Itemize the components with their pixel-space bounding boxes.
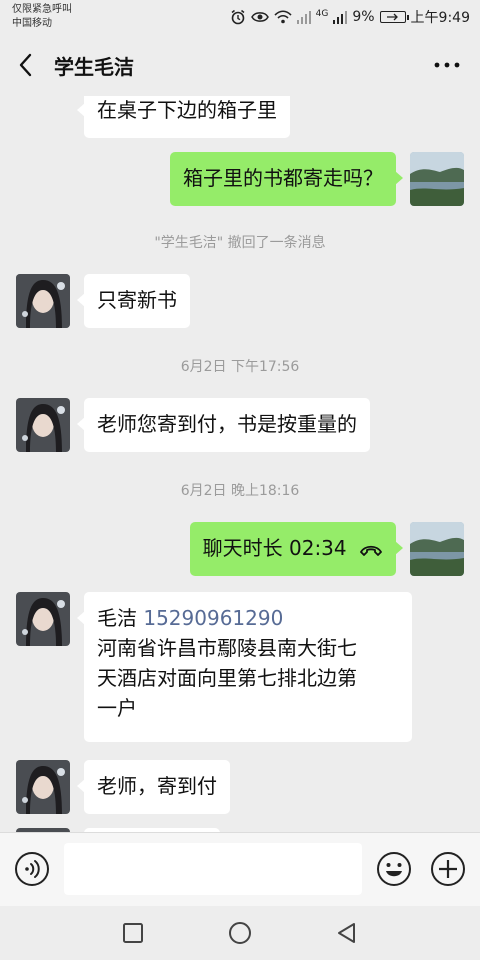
back-nav-button[interactable] (334, 920, 360, 946)
timestamp: 6月2日 下午17:56 (180, 359, 300, 375)
emergency-text: 仅限紧急呼叫 (12, 4, 72, 15)
message-text: 老师您寄到付，书是按重量的 (97, 412, 357, 436)
status-left: 仅限紧急呼叫 中国移动 (12, 3, 72, 31)
my-avatar[interactable] (410, 522, 464, 576)
address-line: 天酒店对面向里第七排北边第 (97, 666, 357, 690)
recall-notice: "学生毛洁" 撤回了一条消息 (154, 235, 326, 251)
more-functions-button[interactable] (430, 851, 466, 887)
status-right: 4G 9% 上午9:49 (230, 7, 470, 27)
system-nav-bar (0, 906, 480, 960)
signal-2-icon (333, 10, 348, 24)
call-record-bubble[interactable]: 聊天时长 02:34 (189, 522, 404, 576)
message-text: 只寄新书 (97, 288, 177, 312)
message-bubble[interactable]: 在桌子下边的箱子里 (77, 96, 290, 138)
chevron-left-icon (19, 53, 32, 77)
message-text: 聊天时长 02:34 (202, 536, 347, 560)
recent-apps-button[interactable] (120, 920, 146, 946)
message-text: 在桌子下边的箱子里 (97, 98, 277, 122)
portrait-avatar-icon (16, 398, 70, 452)
chat-area[interactable]: 在桌子下边的箱子里 箱子里的书都寄走吗？ "学生毛洁" 撤回了一条消息 只寄新书… (0, 96, 480, 832)
eye-icon (250, 10, 269, 24)
message-bubble[interactable]: 只寄新书 (77, 274, 190, 328)
back-triangle-icon (338, 923, 355, 943)
input-bar (0, 832, 480, 906)
message-bubble[interactable]: 老师您寄到付，书是按重量的 (77, 398, 370, 452)
phone-hangup-icon (360, 545, 382, 556)
message-text: 箱子里的书都寄走吗？ (183, 166, 383, 190)
home-icon (229, 922, 251, 944)
phone-number-link[interactable]: 15290961290 (143, 606, 283, 630)
message-input[interactable] (64, 843, 362, 895)
address-line: 一户 (97, 696, 137, 720)
emoji-button[interactable] (376, 851, 412, 887)
voice-icon (15, 852, 49, 886)
title-bar: 学生毛洁 (0, 34, 480, 96)
my-avatar[interactable] (410, 152, 464, 206)
contact-avatar[interactable] (16, 760, 70, 814)
status-bar: 仅限紧急呼叫 中国移动 4G 9% 上午9:49 (0, 0, 480, 34)
portrait-avatar-icon (16, 760, 70, 814)
more-button[interactable] (432, 50, 462, 80)
timestamp: 6月2日 晚上18:16 (180, 483, 300, 499)
network-type: 4G (315, 9, 329, 19)
chat-title: 学生毛洁 (54, 55, 134, 79)
emoji-icon (377, 852, 411, 886)
landscape-avatar-icon (410, 522, 464, 576)
voice-button[interactable] (14, 851, 50, 887)
portrait-avatar-icon (16, 274, 70, 328)
alarm-icon (230, 9, 246, 25)
recent-apps-icon (123, 923, 143, 943)
message-bubble[interactable]: 箱子里的书都寄走吗？ (170, 152, 403, 206)
wifi-icon (274, 10, 292, 24)
contact-name: 毛洁 (97, 606, 137, 630)
battery-percent: 9% (352, 9, 375, 25)
address-message-bubble[interactable]: 毛洁 15290961290 河南省许昌市鄢陵县南大街七 天酒店对面向里第七排北… (77, 592, 412, 742)
contact-line: 毛洁 15290961290 (97, 603, 399, 633)
contact-avatar[interactable] (16, 274, 70, 328)
portrait-avatar-icon (16, 592, 70, 646)
home-button[interactable] (227, 920, 253, 946)
ellipsis-icon (434, 62, 460, 68)
signal-1-icon (296, 10, 311, 24)
message-text: 老师，寄到付 (97, 774, 217, 798)
plus-icon (431, 852, 465, 886)
clock-time: 上午9:49 (410, 10, 470, 26)
battery-icon (379, 11, 409, 23)
address-line: 河南省许昌市鄢陵县南大街七 (97, 636, 357, 660)
back-button[interactable] (12, 50, 42, 80)
landscape-avatar-icon (410, 152, 464, 206)
contact-avatar[interactable] (16, 592, 70, 646)
message-bubble[interactable]: 老师，寄到付 (77, 760, 230, 814)
carrier-name: 中国移动 (12, 18, 52, 29)
contact-avatar[interactable] (16, 398, 70, 452)
